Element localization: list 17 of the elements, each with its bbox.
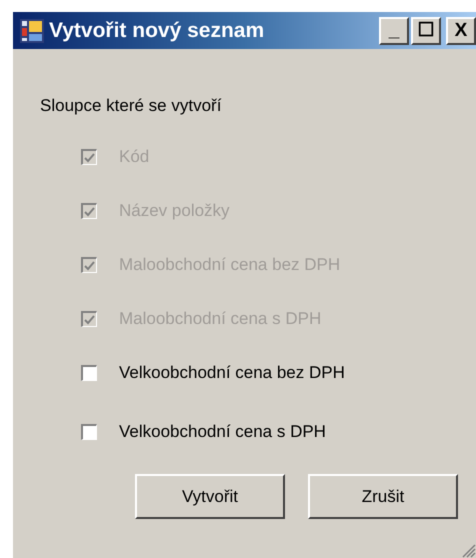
cancel-button[interactable]: Zrušit bbox=[308, 474, 458, 519]
maximize-button[interactable]: ☐ bbox=[411, 16, 441, 44]
check-icon bbox=[84, 314, 95, 324]
window-title: Vytvořit nový seznam bbox=[49, 18, 264, 44]
checkbox-label: Velkoobchodní cena s DPH bbox=[119, 421, 326, 444]
checkbox[interactable] bbox=[81, 365, 97, 381]
create-button[interactable]: Vytvořit bbox=[135, 474, 285, 519]
resize-grip-icon bbox=[462, 544, 476, 558]
section-label: Sloupce které se vytvoří bbox=[40, 96, 222, 115]
checkbox-label: Velkoobchodní cena bez DPH bbox=[119, 362, 345, 384]
check-icon bbox=[84, 260, 95, 270]
checkbox[interactable] bbox=[81, 424, 97, 440]
close-button[interactable]: X bbox=[446, 16, 476, 44]
check-icon bbox=[84, 206, 95, 216]
check-icon bbox=[84, 152, 95, 162]
app-icon bbox=[19, 18, 45, 44]
minimize-button[interactable]: _ bbox=[379, 16, 409, 44]
